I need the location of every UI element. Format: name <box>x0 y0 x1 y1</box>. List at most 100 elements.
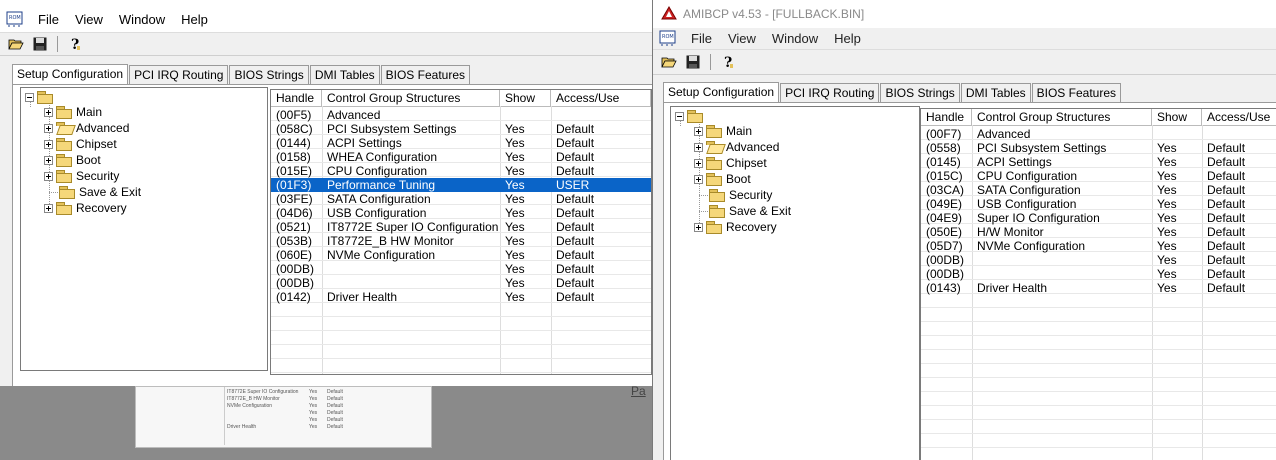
tab-bios-strings[interactable]: BIOS Strings <box>229 65 309 84</box>
table-row[interactable]: (00DB) Yes Default <box>271 276 651 290</box>
column-handle[interactable]: Handle <box>271 90 322 106</box>
table-row[interactable]: (0145) ACPI Settings Yes Default <box>921 155 1276 169</box>
table-row[interactable]: (0144) ACPI Settings Yes Default <box>271 136 651 150</box>
column-access-use[interactable]: Access/Use <box>1202 109 1276 125</box>
menu-help[interactable]: Help <box>173 12 216 27</box>
expand-icon[interactable] <box>694 174 703 184</box>
tree-item-boot[interactable]: Boot <box>44 152 101 168</box>
table-row[interactable]: (058C) PCI Subsystem Settings Yes Default <box>271 122 651 136</box>
expand-icon[interactable] <box>44 139 53 149</box>
tree-item-security[interactable]: Security <box>709 187 772 203</box>
table-row[interactable]: (0142) Driver Health Yes Default <box>271 290 651 304</box>
tree-item-save-exit[interactable]: Save & Exit <box>59 184 141 200</box>
tree-item-recovery[interactable]: Recovery <box>694 219 777 235</box>
expand-icon[interactable] <box>44 107 53 117</box>
table-row[interactable]: (00DB) Yes Default <box>921 253 1276 267</box>
table-row[interactable]: (060E) NVMe Configuration Yes Default <box>271 248 651 262</box>
table-row[interactable]: (04E9) Super IO Configuration Yes Default <box>921 211 1276 225</box>
cell-show: Yes <box>1157 281 1177 295</box>
expand-icon[interactable] <box>694 142 703 152</box>
table-row[interactable]: (049E) USB Configuration Yes Default <box>921 197 1276 211</box>
tab-bios-features[interactable]: BIOS Features <box>380 65 470 84</box>
save-disk-icon[interactable] <box>683 53 703 71</box>
table-row[interactable]: (015C) CPU Configuration Yes Default <box>921 169 1276 183</box>
tab-bios-strings[interactable]: BIOS Strings <box>880 83 960 102</box>
open-folder-icon[interactable] <box>6 35 26 53</box>
menu-window[interactable]: Window <box>111 12 173 27</box>
table-row[interactable]: (050E) H/W Monitor Yes Default <box>921 225 1276 239</box>
help-icon[interactable]: ? <box>718 53 738 71</box>
tree-label: Recovery <box>726 220 777 234</box>
table-row[interactable]: (05D7) NVMe Configuration Yes Default <box>921 239 1276 253</box>
cell-access-use: Default <box>1207 281 1246 295</box>
window1-setup-tree[interactable]: Main Advanced Chipset Boot Security Save… <box>20 87 268 371</box>
column-show[interactable]: Show <box>1152 109 1202 125</box>
column-show[interactable]: Show <box>500 90 551 106</box>
column-handle[interactable]: Handle <box>921 109 972 125</box>
tab-setup-configuration[interactable]: Setup Configuration <box>12 64 129 85</box>
window1-structure-grid[interactable]: Handle Control Group Structures Show Acc… <box>270 89 652 375</box>
tree-item-recovery[interactable]: Recovery <box>44 200 127 216</box>
expand-icon[interactable] <box>694 126 703 136</box>
menu-view[interactable]: View <box>720 31 764 46</box>
tree-root[interactable] <box>25 89 57 105</box>
table-row[interactable]: (03CA) SATA Configuration Yes Default <box>921 183 1276 197</box>
menu-file[interactable]: File <box>30 12 67 27</box>
table-row[interactable]: (01F3) Performance Tuning Yes USER <box>271 178 651 192</box>
collapse-icon[interactable] <box>675 111 684 121</box>
expand-icon[interactable] <box>44 123 53 133</box>
table-row[interactable]: (0143) Driver Health Yes Default <box>921 281 1276 295</box>
expand-icon[interactable] <box>694 158 703 168</box>
window2-structure-grid[interactable]: Handle Control Group Structures Show Acc… <box>920 108 1276 460</box>
tree-item-advanced[interactable]: Advanced <box>44 120 129 136</box>
table-row[interactable]: (00F5) Advanced <box>271 108 651 122</box>
tree-item-main[interactable]: Main <box>44 104 102 120</box>
table-row[interactable]: (0521) IT8772E Super IO Configuration Yes D… <box>271 220 651 234</box>
row-divider <box>921 377 1276 378</box>
tree-root[interactable] <box>675 108 707 124</box>
cell-control-group: ACPI Settings <box>327 136 402 150</box>
table-row[interactable]: (0158) WHEA Configuration Yes Default <box>271 150 651 164</box>
column-control-group[interactable]: Control Group Structures <box>322 90 500 106</box>
table-row[interactable]: (015E) CPU Configuration Yes Default <box>271 164 651 178</box>
save-disk-icon[interactable] <box>30 35 50 53</box>
table-row[interactable]: (00F7) Advanced <box>921 127 1276 141</box>
menu-window[interactable]: Window <box>764 31 826 46</box>
tree-item-boot[interactable]: Boot <box>694 171 751 187</box>
tab-pci-irq-routing[interactable]: PCI IRQ Routing <box>780 83 880 102</box>
tree-item-chipset[interactable]: Chipset <box>44 136 117 152</box>
tab-bios-features[interactable]: BIOS Features <box>1031 83 1121 102</box>
tab-dmi-tables[interactable]: DMI Tables <box>309 65 380 84</box>
collapse-icon[interactable] <box>25 92 34 102</box>
table-row[interactable]: (03FE) SATA Configuration Yes Default <box>271 192 651 206</box>
column-control-group[interactable]: Control Group Structures <box>972 109 1152 125</box>
tree-item-main[interactable]: Main <box>694 123 752 139</box>
table-row[interactable]: (053B) IT8772E_B HW Monitor Yes Default <box>271 234 651 248</box>
menu-view[interactable]: View <box>67 12 111 27</box>
expand-icon[interactable] <box>44 155 53 165</box>
tab-setup-configuration[interactable]: Setup Configuration <box>663 82 780 103</box>
help-icon[interactable]: ? <box>65 35 85 53</box>
expand-icon[interactable] <box>694 222 703 232</box>
table-row[interactable]: (00DB) Yes Default <box>271 262 651 276</box>
tab-dmi-tables[interactable]: DMI Tables <box>960 83 1031 102</box>
cell-handle: (04E9) <box>926 211 963 225</box>
table-row[interactable]: (04D6) USB Configuration Yes Default <box>271 206 651 220</box>
table-row[interactable]: (0558) PCI Subsystem Settings Yes Default <box>921 141 1276 155</box>
window2-setup-tree[interactable]: Main Advanced Chipset Boot Security Save… <box>670 106 920 460</box>
open-folder-icon <box>706 141 722 153</box>
tree-item-save-exit[interactable]: Save & Exit <box>709 203 791 219</box>
ghost-cell: Default <box>327 396 343 402</box>
tree-item-chipset[interactable]: Chipset <box>694 155 767 171</box>
column-access-use[interactable]: Access/Use <box>551 90 651 106</box>
tab-pci-irq-routing[interactable]: PCI IRQ Routing <box>129 65 229 84</box>
expand-icon[interactable] <box>44 203 53 213</box>
cell-show: Yes <box>1157 197 1177 211</box>
tree-item-advanced[interactable]: Advanced <box>694 139 779 155</box>
tree-item-security[interactable]: Security <box>44 168 119 184</box>
table-row[interactable]: (00DB) Yes Default <box>921 267 1276 281</box>
expand-icon[interactable] <box>44 171 53 181</box>
open-folder-icon[interactable] <box>659 53 679 71</box>
menu-help[interactable]: Help <box>826 31 869 46</box>
menu-file[interactable]: File <box>683 31 720 46</box>
